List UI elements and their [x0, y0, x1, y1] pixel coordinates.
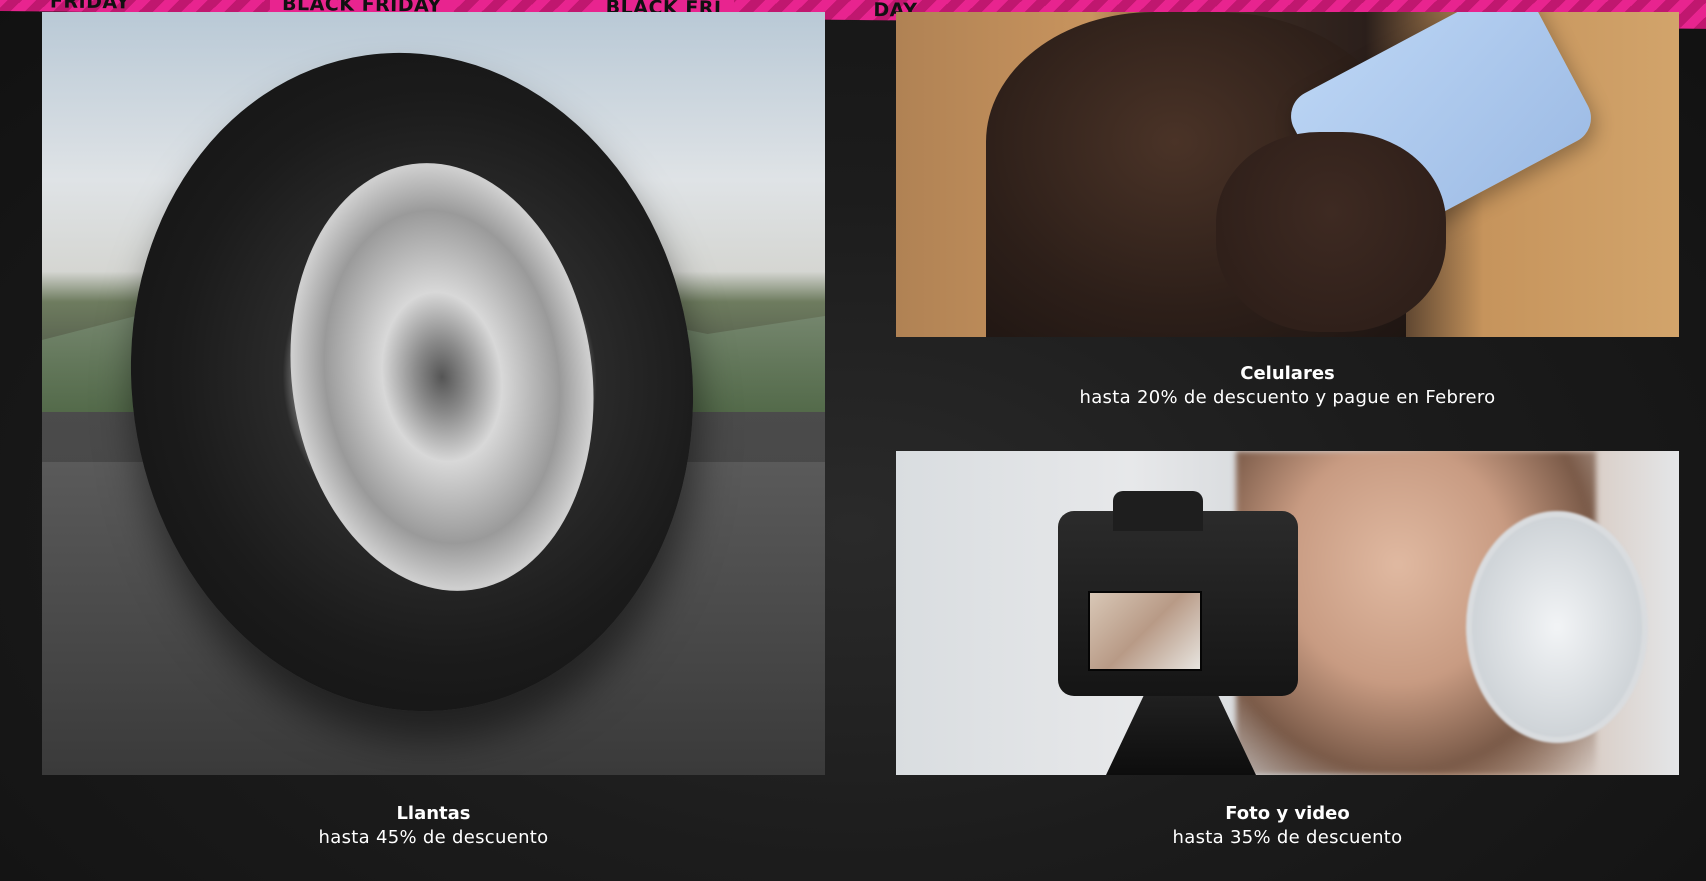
camera-viewfinder: [1113, 491, 1203, 531]
camera-screen: [1088, 591, 1202, 671]
category-subtitle-tires: hasta 45% de descuento: [318, 827, 549, 848]
category-card-camera-image[interactable]: [896, 451, 1679, 775]
category-caption-camera[interactable]: Foto y video hasta 35% de descuento: [896, 802, 1679, 850]
black-friday-categories-section: FRIDAY BLACK FRIDAY BLACK FRI DAY Llanta…: [0, 0, 1706, 881]
camera-image: [1058, 491, 1298, 696]
tripod-image: [1106, 696, 1256, 775]
category-subtitle-camera: hasta 35% de descuento: [1172, 827, 1403, 848]
category-card-phones-image[interactable]: [896, 12, 1679, 337]
category-caption-tires[interactable]: Llantas hasta 45% de descuento: [42, 802, 825, 850]
category-title-tires: Llantas: [396, 803, 471, 824]
category-card-tires-image[interactable]: [42, 12, 825, 775]
category-title-phones: Celulares: [1240, 363, 1335, 384]
category-title-camera: Foto y video: [1225, 803, 1350, 824]
category-caption-phones[interactable]: Celulares hasta 20% de descuento y pague…: [896, 362, 1679, 410]
hand-image: [1216, 132, 1446, 332]
category-subtitle-phones: hasta 20% de descuento y pague en Febrer…: [1079, 387, 1496, 408]
mirror-image: [1466, 511, 1648, 743]
